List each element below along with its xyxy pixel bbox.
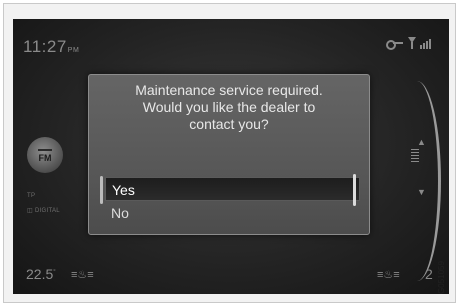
clock: 11:27PM: [23, 37, 79, 57]
fm-source-badge[interactable]: FM: [27, 137, 63, 173]
left-seat-heat-icon[interactable]: ≡♨≡: [71, 268, 94, 281]
infotainment-screen: 11:27PM FM TP ◫ DIGITAL ▲ ▼ Maintenance …: [13, 19, 449, 294]
arc-up-marker-icon: ▲: [417, 137, 426, 147]
dab-icon: ◫: [27, 208, 33, 214]
left-temp-unit: °: [53, 269, 56, 276]
fm-label: FM: [38, 153, 52, 163]
maintenance-dialog: Maintenance service required. Would you …: [88, 74, 370, 235]
arc-down-marker-icon: ▼: [417, 187, 426, 197]
clock-suffix: PM: [67, 47, 80, 54]
message-line-2: Would you like the dealer to: [142, 99, 316, 115]
signal-strength-icon: [420, 38, 431, 49]
message-line-1: Maintenance service required.: [135, 82, 323, 98]
status-icons: [386, 37, 431, 50]
right-temperature[interactable]: 2: [425, 266, 433, 282]
right-seat-heat-icon[interactable]: ≡♨≡: [377, 268, 400, 281]
left-temperature[interactable]: 22.5°: [26, 266, 56, 282]
digital-label: ◫ DIGITAL: [27, 208, 60, 214]
option-no[interactable]: No: [105, 201, 360, 225]
message-line-3: contact you?: [189, 116, 269, 132]
dialog-message: Maintenance service required. Would you …: [89, 82, 369, 133]
antenna-icon: [408, 37, 416, 49]
figure-code: G051059: [437, 261, 446, 294]
key-icon: [386, 38, 404, 50]
figure-frame: 11:27PM FM TP ◫ DIGITAL ▲ ▼ Maintenance …: [3, 3, 456, 303]
tp-label: TP: [27, 193, 36, 199]
left-temp-value: 22.5: [26, 266, 54, 282]
scroll-indicator-icon: [411, 149, 419, 162]
clock-time: 11:27: [23, 37, 67, 56]
option-yes[interactable]: Yes: [100, 174, 360, 206]
volume-arc[interactable]: [401, 81, 441, 281]
